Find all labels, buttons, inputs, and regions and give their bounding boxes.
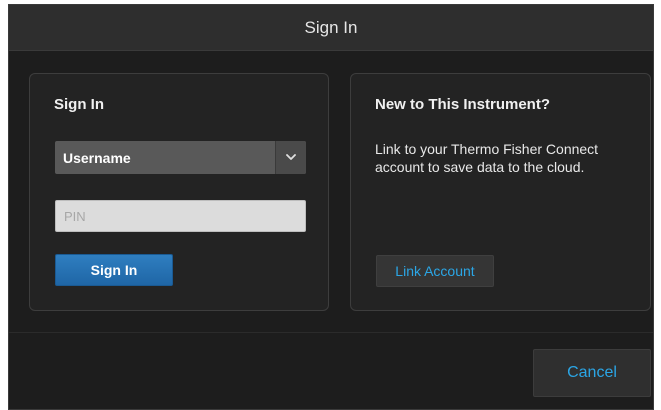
- sign-in-dialog: Sign In Sign In Username Sign In New to …: [8, 4, 654, 410]
- new-to-instrument-panel: New to This Instrument? Link to your The…: [350, 73, 651, 311]
- dialog-title: Sign In: [304, 17, 358, 37]
- footer-divider: [9, 332, 653, 333]
- dialog-title-bar: Sign In: [9, 5, 653, 51]
- username-select[interactable]: Username: [55, 141, 306, 174]
- username-select-value: Username: [63, 149, 131, 166]
- cancel-button[interactable]: Cancel: [533, 349, 651, 397]
- sign-in-button[interactable]: Sign In: [55, 254, 173, 286]
- sign-in-panel: Sign In Username Sign In: [29, 73, 329, 311]
- new-to-instrument-heading: New to This Instrument?: [375, 96, 551, 113]
- sign-in-heading: Sign In: [54, 96, 104, 113]
- chevron-down-icon[interactable]: [275, 141, 306, 174]
- link-account-description: Link to your Thermo Fisher Connect accou…: [375, 141, 599, 175]
- pin-input[interactable]: [55, 200, 306, 232]
- link-account-button[interactable]: Link Account: [376, 255, 494, 287]
